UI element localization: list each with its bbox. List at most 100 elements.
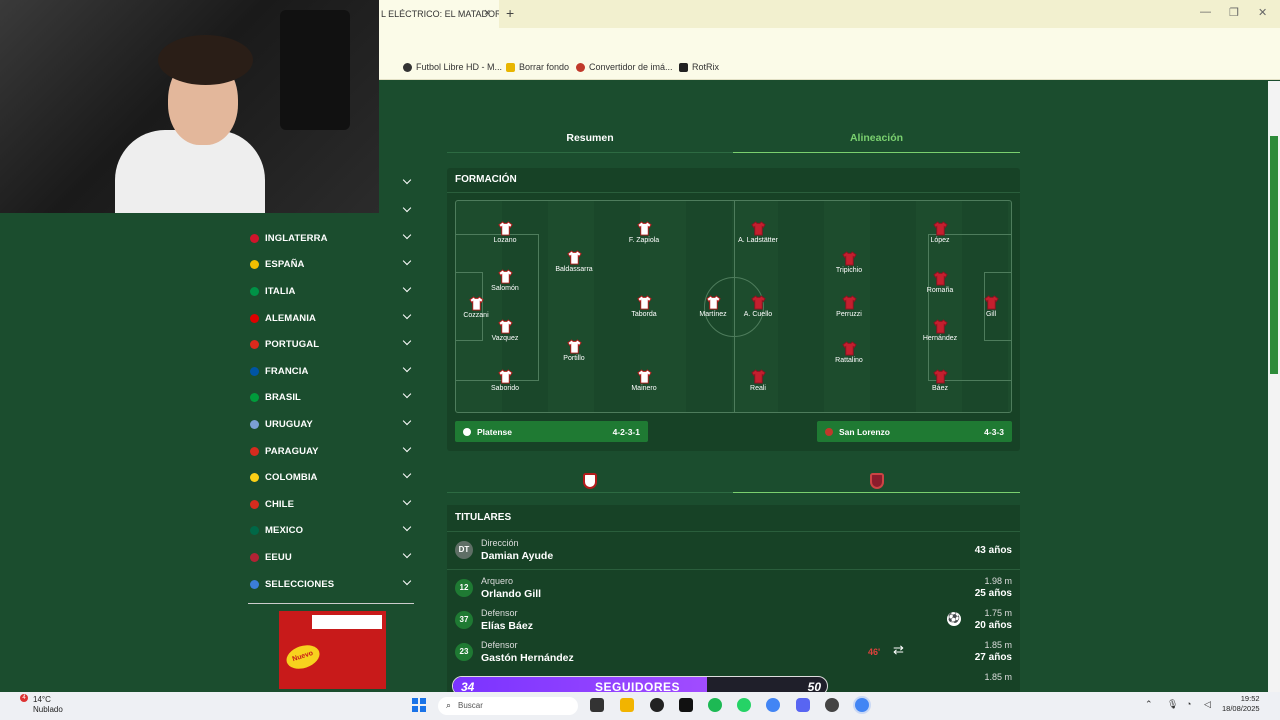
- volume-icon[interactable]: ◁: [1204, 699, 1211, 710]
- obs-icon[interactable]: [825, 698, 839, 712]
- show-hidden-icons[interactable]: ⌃: [1145, 699, 1153, 710]
- tab-lineup[interactable]: Alineación: [733, 132, 1020, 144]
- sidebar-item[interactable]: ESPAÑA: [248, 251, 414, 277]
- streamer-hair-shape: [158, 35, 253, 85]
- chevron-down-icon[interactable]: [402, 256, 412, 266]
- sidebar-item[interactable]: FRANCIA: [248, 358, 414, 384]
- pitch-player[interactable]: Mainero: [609, 369, 679, 392]
- soccer-icon: [403, 62, 412, 72]
- app-icon[interactable]: [650, 698, 664, 712]
- chevron-down-icon[interactable]: [402, 496, 412, 506]
- sidebar-item[interactable]: URUGUAY: [248, 411, 414, 437]
- chevron-down-icon[interactable]: [402, 443, 412, 453]
- chevron-down-icon[interactable]: [402, 416, 412, 426]
- pitch-player-name: Hernández: [922, 335, 958, 342]
- pitch-player[interactable]: Cozzani: [456, 296, 511, 319]
- sidebar-item-label: ESPAÑA: [265, 258, 305, 270]
- sidebar-item[interactable]: SELECCIONES: [248, 571, 414, 597]
- new-tab-button[interactable]: +: [506, 5, 514, 21]
- pitch-player[interactable]: Báez: [905, 369, 975, 392]
- sidebar-item-label: EEUU: [265, 551, 292, 563]
- sidebar-item[interactable]: CHILE: [248, 491, 414, 517]
- home-crest-tab[interactable]: [583, 473, 597, 489]
- task-view-icon[interactable]: [590, 698, 604, 712]
- pitch-player[interactable]: Reali: [723, 369, 793, 392]
- chevron-down-icon[interactable]: [402, 469, 412, 479]
- spotify-icon[interactable]: [708, 698, 722, 712]
- starter-row-gill[interactable]: 12 Arquero Orlando Gill 1.98 m 25 años: [447, 574, 1020, 606]
- pitch-player[interactable]: Hernández: [905, 319, 975, 342]
- taskbar-search[interactable]: ⌕ Buscar: [438, 697, 578, 715]
- pitch-player[interactable]: Gill: [956, 295, 1011, 318]
- minimize-button[interactable]: —: [1200, 6, 1211, 18]
- starter-row-baez[interactable]: 37 Defensor Elías Báez 1.75 m 20 años: [447, 606, 1020, 638]
- close-window-button[interactable]: ✕: [1258, 6, 1267, 19]
- whatsapp-icon[interactable]: [737, 698, 751, 712]
- file-explorer-icon[interactable]: [620, 698, 634, 712]
- chevron-down-icon[interactable]: [402, 549, 412, 559]
- flag-icon: [250, 552, 259, 562]
- sidebar-item[interactable]: BRASIL: [248, 384, 414, 410]
- chevron-down-icon[interactable]: [402, 283, 412, 293]
- pitch-player[interactable]: Vazquez: [470, 319, 540, 342]
- tab-summary[interactable]: Resumen: [447, 132, 733, 144]
- sidebar-item[interactable]: PORTUGAL: [248, 331, 414, 357]
- bookmark-convertidor[interactable]: Convertidor de imá...: [576, 62, 673, 72]
- chevron-down-icon[interactable]: [402, 203, 412, 213]
- pitch-player[interactable]: López: [905, 221, 975, 244]
- flag-icon: [250, 446, 259, 456]
- bookmark-rotrix[interactable]: RotRix: [679, 62, 719, 72]
- pitch-player[interactable]: Tripichio: [814, 251, 884, 274]
- chrome-active-icon[interactable]: [855, 698, 869, 712]
- chevron-down-icon[interactable]: [402, 363, 412, 373]
- pitch-player[interactable]: Baldassarra: [539, 250, 609, 273]
- sidebar-item[interactable]: INGLATERRA: [248, 225, 414, 251]
- chevron-down-icon[interactable]: [402, 175, 412, 185]
- sidebar-item[interactable]: ALEMANIA: [248, 305, 414, 331]
- sidebar-item-label: BRASIL: [265, 391, 301, 403]
- epic-games-icon[interactable]: [679, 698, 693, 712]
- pitch-player[interactable]: Salomón: [470, 269, 540, 292]
- pitch-player[interactable]: A. Ladstätter: [723, 221, 793, 244]
- pitch-player[interactable]: Portillo: [539, 339, 609, 362]
- bookmark-futbol-libre[interactable]: Futbol Libre HD - M...: [403, 62, 502, 72]
- sidebar-item[interactable]: ITALIA: [248, 278, 414, 304]
- microphone-icon[interactable]: 🎙: [1167, 699, 1178, 710]
- sidebar-item[interactable]: PARAGUAY: [248, 438, 414, 464]
- chevron-down-icon[interactable]: [402, 336, 412, 346]
- shirt-icon: [983, 295, 999, 310]
- chevron-down-icon[interactable]: [402, 230, 412, 240]
- scrollbar-thumb[interactable]: [1270, 136, 1278, 374]
- pitch-player[interactable]: F. Zapiola: [609, 221, 679, 244]
- weather-widget[interactable]: 14°C Nublado: [33, 695, 63, 715]
- browser-tab[interactable]: L ELÉCTRICO: EL MATADOR: [379, 0, 499, 28]
- chevron-down-icon[interactable]: [402, 576, 412, 586]
- away-crest-tab[interactable]: [870, 473, 884, 489]
- pitch-player[interactable]: Taborda: [609, 295, 679, 318]
- close-tab-icon[interactable]: ×: [484, 7, 490, 19]
- pitch-player[interactable]: Perruzzi: [814, 295, 884, 318]
- chrome-icon[interactable]: [766, 698, 780, 712]
- starter-row-coach[interactable]: DT Dirección Damian Ayude 43 años: [447, 536, 1020, 568]
- pitch-player[interactable]: Saborido: [470, 369, 540, 392]
- discord-icon[interactable]: [796, 698, 810, 712]
- chevron-down-icon[interactable]: [402, 522, 412, 532]
- pitch-player-name: A. Cuello: [743, 311, 773, 318]
- starter-row-hernandez[interactable]: 23 Defensor Gastón Hernández 1.85 m 27 a…: [447, 638, 1020, 670]
- sidebar-item[interactable]: EEUU: [248, 544, 414, 570]
- pitch-player[interactable]: Rattalino: [814, 341, 884, 364]
- sidebar-item[interactable]: MEXICO: [248, 517, 414, 543]
- bookmark-borrar-fondo[interactable]: Borrar fondo: [506, 62, 569, 72]
- pitch-player[interactable]: Lozano: [470, 221, 540, 244]
- chevron-down-icon[interactable]: [402, 389, 412, 399]
- chevron-down-icon[interactable]: [402, 310, 412, 320]
- sidebar-item[interactable]: COLOMBIA: [248, 464, 414, 490]
- start-button[interactable]: [412, 698, 426, 712]
- pitch-player-name: Báez: [932, 385, 948, 392]
- pitch-player[interactable]: Romaña: [905, 271, 975, 294]
- wifi-icon[interactable]: ◔: [1186, 699, 1191, 709]
- shirt-icon: [932, 319, 948, 334]
- taskbar-clock[interactable]: 19:52 18/08/2025: [1222, 694, 1260, 714]
- pitch-player[interactable]: A. Cuello: [723, 295, 793, 318]
- maximize-button[interactable]: ❐: [1229, 6, 1239, 19]
